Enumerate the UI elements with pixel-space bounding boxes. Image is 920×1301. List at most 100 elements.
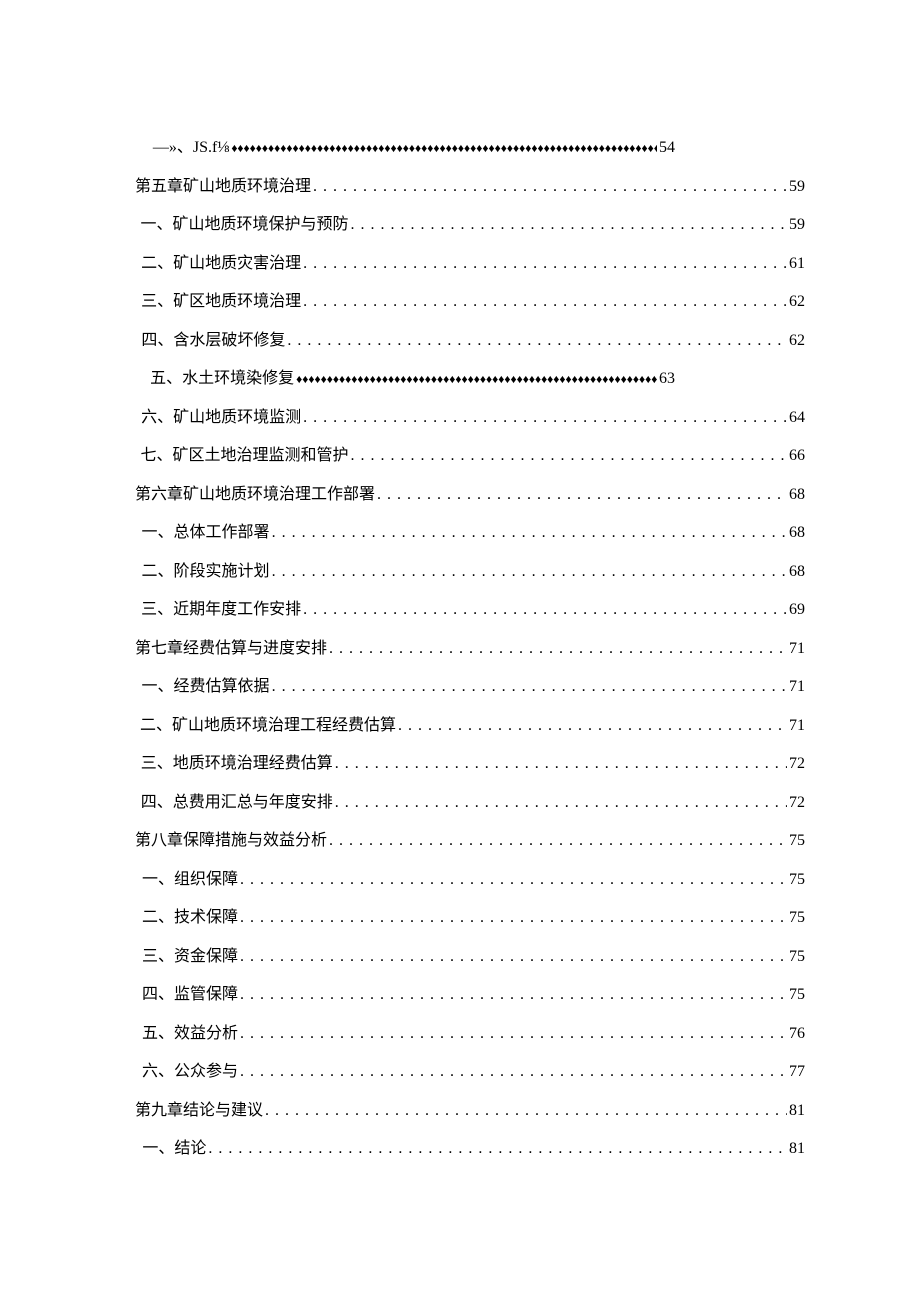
toc-entry: 三、资金保障 75	[135, 949, 805, 965]
toc-page-number: 77	[789, 1064, 805, 1080]
toc-leader	[335, 756, 787, 772]
toc-label: 第九章结论与建议	[135, 1103, 263, 1119]
toc-page-number: 75	[789, 987, 805, 1003]
toc-leader	[208, 1141, 787, 1157]
toc-label: 四、总费用汇总与年度安排	[141, 795, 333, 811]
toc-page-number: 81	[789, 1141, 805, 1157]
toc-page-number: 71	[789, 641, 805, 657]
toc-label: 七、矿区土地治理监测和管护	[141, 448, 349, 464]
toc-entry: 六、公众参与 77	[135, 1064, 805, 1080]
toc-entry: 七、矿区土地治理监测和管护 66	[135, 448, 805, 464]
toc-leader	[329, 641, 787, 657]
toc-page-number: 81	[789, 1103, 805, 1119]
toc-label: 五、水土环境染修复	[150, 371, 294, 387]
table-of-contents: —»、JS.f⅛54第五章矿山地质环境治理59一、矿山地质环境保护与预防59二、…	[135, 140, 805, 1157]
toc-leader	[272, 525, 787, 541]
toc-label: 第八章保障措施与效益分析	[135, 833, 327, 849]
toc-label: 四、含水层破坏修复	[141, 333, 285, 349]
document-page: —»、JS.f⅛54第五章矿山地质环境治理59一、矿山地质环境保护与预防59二、…	[0, 0, 920, 1301]
toc-leader	[398, 718, 787, 734]
toc-label: 第五章矿山地质环境治理	[135, 179, 311, 195]
toc-page-number: 75	[789, 833, 805, 849]
toc-leader	[287, 333, 787, 349]
toc-entry: 三、地质环境治理经费估算 72	[135, 756, 805, 772]
toc-entry: 三、矿区地质环境治理62	[135, 294, 805, 310]
toc-entry: 一、结论 81	[135, 1141, 805, 1157]
toc-entry: 四、监管保障75	[135, 987, 805, 1003]
toc-entry: 五、水土环境染修复 63	[135, 371, 805, 387]
toc-leader	[296, 371, 657, 387]
toc-page-number: 72	[789, 795, 805, 811]
toc-page-number: 72	[789, 756, 805, 772]
toc-entry: 第八章保障措施与效益分析 75	[135, 833, 805, 849]
toc-entry: 二、技术保障 75	[135, 910, 805, 926]
toc-label: 六、公众参与	[142, 1064, 238, 1080]
toc-page-number: 68	[789, 525, 805, 541]
toc-entry: 六、矿山地质环境监测 64	[135, 410, 805, 426]
toc-label: 三、近期年度工作安排	[141, 602, 301, 618]
toc-leader	[240, 872, 787, 888]
toc-page-number: 68	[789, 564, 805, 580]
toc-entry: —»、JS.f⅛54	[135, 140, 805, 156]
toc-entry: 第七章经费估算与进度安排 71	[135, 641, 805, 657]
toc-leader	[303, 410, 787, 426]
toc-label: 五、效益分析	[142, 1026, 238, 1042]
toc-page-number: 64	[789, 410, 805, 426]
toc-label: 二、矿山地质环境治理工程经费估算	[140, 718, 396, 734]
toc-label: 二、阶段实施计划	[142, 564, 270, 580]
toc-leader	[303, 256, 787, 272]
toc-leader	[272, 679, 787, 695]
toc-label: 一、组织保障	[142, 872, 238, 888]
toc-entry: 三、近期年度工作安排 69	[135, 602, 805, 618]
toc-entry: 二、矿山地质环境治理工程经费估算 71	[135, 718, 805, 734]
toc-label: 一、经费估算依据	[142, 679, 270, 695]
toc-leader	[240, 1064, 787, 1080]
toc-leader	[335, 795, 787, 811]
toc-label: 六、矿山地质环境监测	[141, 410, 301, 426]
toc-entry: 一、总体工作部署68	[135, 525, 805, 541]
toc-entry: 第五章矿山地质环境治理59	[135, 179, 805, 195]
toc-label: 一、矿山地质环境保护与预防	[141, 217, 349, 233]
toc-leader	[231, 140, 657, 156]
toc-label: 二、技术保障	[142, 910, 238, 926]
toc-page-number: 69	[789, 602, 805, 618]
toc-leader	[240, 987, 787, 1003]
toc-page-number: 62	[789, 333, 805, 349]
toc-page-number: 71	[789, 718, 805, 734]
toc-page-number: 63	[659, 371, 675, 387]
toc-leader	[351, 217, 787, 233]
toc-page-number: 75	[789, 910, 805, 926]
toc-entry: 四、含水层破坏修复 62	[135, 333, 805, 349]
toc-entry: 二、阶段实施计划 68	[135, 564, 805, 580]
toc-entry: 四、总费用汇总与年度安排 72	[135, 795, 805, 811]
toc-label: 第七章经费估算与进度安排	[135, 641, 327, 657]
toc-label: 二、矿山地质灾害治理	[141, 256, 301, 272]
toc-entry: 五、效益分析 76	[135, 1026, 805, 1042]
toc-label: 三、矿区地质环境治理	[141, 294, 301, 310]
toc-page-number: 54	[659, 140, 675, 156]
toc-page-number: 61	[789, 256, 805, 272]
toc-label: 三、资金保障	[142, 949, 238, 965]
toc-entry: 一、组织保障 75	[135, 872, 805, 888]
toc-leader	[240, 949, 787, 965]
toc-leader	[240, 910, 787, 926]
toc-leader	[303, 294, 787, 310]
toc-label: 第六章矿山地质环境治理工作部署	[135, 487, 375, 503]
toc-leader	[329, 833, 787, 849]
toc-label: 三、地质环境治理经费估算	[141, 756, 333, 772]
toc-leader	[377, 487, 787, 503]
toc-page-number: 75	[789, 949, 805, 965]
toc-page-number: 66	[789, 448, 805, 464]
toc-leader	[351, 448, 787, 464]
toc-page-number: 76	[789, 1026, 805, 1042]
toc-leader	[265, 1103, 787, 1119]
toc-entry: 第六章矿山地质环境治理工作部署 68	[135, 487, 805, 503]
toc-entry: 一、经费估算依据 71	[135, 679, 805, 695]
toc-leader	[272, 564, 787, 580]
toc-entry: 第九章结论与建议 81	[135, 1103, 805, 1119]
toc-page-number: 71	[789, 679, 805, 695]
toc-page-number: 68	[789, 487, 805, 503]
toc-label: 一、结论	[142, 1141, 206, 1157]
toc-leader	[313, 179, 787, 195]
toc-page-number: 75	[789, 872, 805, 888]
